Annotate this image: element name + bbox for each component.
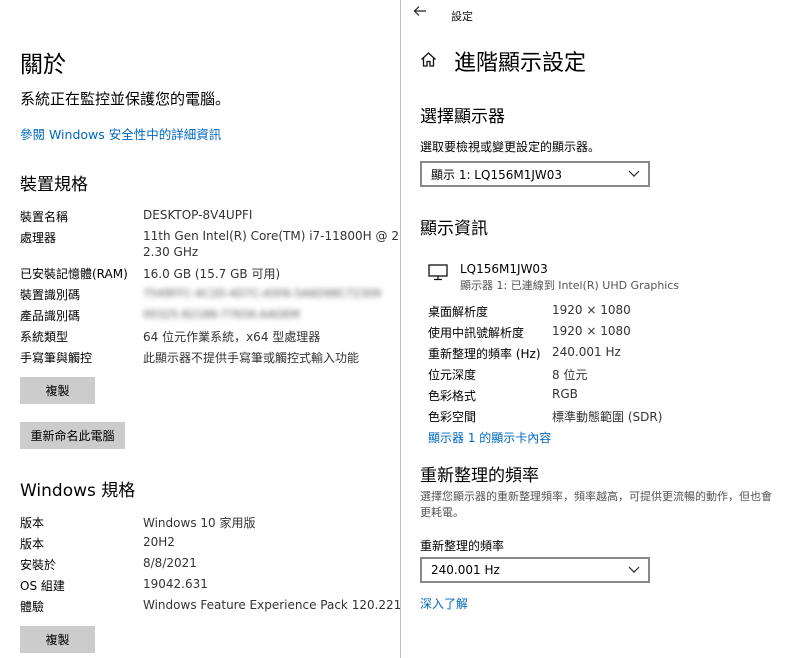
spec-value: Windows 10 家用版 bbox=[143, 516, 256, 530]
spec-label: 處理器 bbox=[20, 231, 57, 245]
info-value: 1920 × 1080 bbox=[552, 303, 631, 317]
home-icon bbox=[421, 52, 436, 67]
spec-value: 19042.631 bbox=[143, 577, 208, 591]
chevron-down-icon bbox=[628, 566, 640, 573]
spec-label: 版本 bbox=[20, 516, 45, 530]
about-panel: 關於 系統正在監控並保護您的電腦。 參閱 Windows 安全性中的詳細資訊 裝… bbox=[0, 0, 443, 658]
refresh-rate-desc-cont: 更耗電。 bbox=[420, 506, 464, 519]
refresh-rate-label: 重新整理的頻率 bbox=[420, 539, 505, 553]
spec-value: DESKTOP-8V4UPFI bbox=[143, 208, 253, 222]
display-info-title: 顯示資訊 bbox=[420, 219, 488, 239]
spec-label: 安裝於 bbox=[20, 558, 57, 572]
select-display-desc: 選取要檢視或變更設定的顯示器。 bbox=[420, 140, 601, 154]
rename-pc-button[interactable]: 重新命名此電腦 bbox=[20, 422, 125, 449]
copy-windows-specs-button[interactable]: 複製 bbox=[20, 626, 95, 653]
windows-spec-title: Windows 規格 bbox=[20, 481, 136, 501]
monitor-icon bbox=[428, 264, 448, 285]
spec-label: 裝置名稱 bbox=[20, 210, 69, 224]
info-label: 桌面解析度 bbox=[428, 305, 489, 319]
spec-value: 20H2 bbox=[143, 535, 175, 549]
spec-label: 版本 bbox=[20, 537, 45, 551]
info-label: 色彩空間 bbox=[428, 410, 477, 424]
device-id-value: 7549FFC-4C2D-4D7C-A5FA-5A6D98C72309 bbox=[143, 287, 382, 300]
spec-label: 系統類型 bbox=[20, 330, 69, 344]
security-details-link[interactable]: 參閱 Windows 安全性中的詳細資訊 bbox=[20, 124, 221, 143]
spec-value: 8/8/2021 bbox=[143, 556, 197, 570]
refresh-rate-title: 重新整理的頻率 bbox=[420, 466, 539, 486]
info-value: RGB bbox=[552, 387, 578, 401]
monitor-connection: 顯示器 1: 已連線到 Intel(R) UHD Graphics bbox=[460, 279, 680, 292]
info-value: 1920 × 1080 bbox=[552, 324, 631, 338]
home-button[interactable] bbox=[420, 51, 437, 68]
info-label: 使用中訊號解析度 bbox=[428, 326, 525, 340]
refresh-rate-desc: 選擇您顯示器的重新整理頻率，頻率越高，可提供更流暢的動作，但也會 bbox=[420, 490, 772, 503]
spec-value-cont: 2.30 GHz bbox=[143, 245, 199, 259]
spec-label: 已安裝記憶體(RAM) bbox=[20, 267, 128, 281]
spec-value: 11th Gen Intel(R) Core(TM) i7-11800H @ 2… bbox=[143, 229, 443, 243]
spec-label: 產品識別碼 bbox=[20, 309, 81, 323]
info-label: 色彩格式 bbox=[428, 389, 477, 403]
advanced-display-panel: 設定 進階顯示設定 選擇顯示器 選取要檢視或變更設定的顯示器。 顯示 1: LQ… bbox=[401, 0, 800, 658]
learn-more-link[interactable]: 深入了解 bbox=[420, 595, 468, 612]
back-button[interactable] bbox=[413, 4, 427, 22]
info-value: 240.001 Hz bbox=[552, 345, 621, 359]
chevron-down-icon bbox=[628, 170, 640, 177]
refresh-rate-select-value: 240.001 Hz bbox=[431, 563, 500, 577]
spec-value: Windows Feature Experience Pack 120.2212… bbox=[143, 598, 440, 612]
info-value: 8 位元 bbox=[552, 368, 588, 382]
select-display-title: 選擇顯示器 bbox=[420, 107, 505, 127]
spec-value: 此顯示器不提供手寫筆或觸控式輸入功能 bbox=[143, 351, 360, 365]
monitor-name: LQ156M1JW03 bbox=[460, 262, 548, 276]
arrow-left-icon bbox=[413, 6, 426, 16]
spec-label: 手寫筆與觸控 bbox=[20, 351, 93, 365]
protection-status: 系統正在監控並保護您的電腦。 bbox=[20, 90, 231, 108]
info-value: 標準動態範圍 (SDR) bbox=[552, 410, 663, 424]
refresh-rate-select[interactable]: 240.001 Hz bbox=[420, 557, 650, 583]
spec-value: 16.0 GB (15.7 GB 可用) bbox=[143, 267, 281, 281]
page-title: 進階顯示設定 bbox=[454, 51, 587, 76]
copy-device-specs-button[interactable]: 複製 bbox=[20, 377, 95, 404]
display-select-value: 顯示 1: LQ156M1JW03 bbox=[431, 167, 563, 182]
about-title: 關於 bbox=[20, 52, 66, 78]
window-title: 設定 bbox=[451, 10, 473, 23]
spec-label: 裝置識別碼 bbox=[20, 288, 81, 302]
device-spec-title: 裝置規格 bbox=[20, 175, 88, 195]
spec-value: 64 位元作業系統，x64 型處理器 bbox=[143, 330, 321, 344]
spec-label: OS 組建 bbox=[20, 579, 65, 593]
info-label: 位元深度 bbox=[428, 368, 477, 382]
adapter-properties-link[interactable]: 顯示器 1 的顯示卡內容 bbox=[428, 429, 551, 446]
product-id-value: 00325-82188-77656-AAOEM bbox=[143, 308, 300, 321]
display-select[interactable]: 顯示 1: LQ156M1JW03 bbox=[420, 161, 650, 187]
info-label: 重新整理的頻率 (Hz) bbox=[428, 347, 541, 361]
spec-label: 體驗 bbox=[20, 600, 45, 614]
